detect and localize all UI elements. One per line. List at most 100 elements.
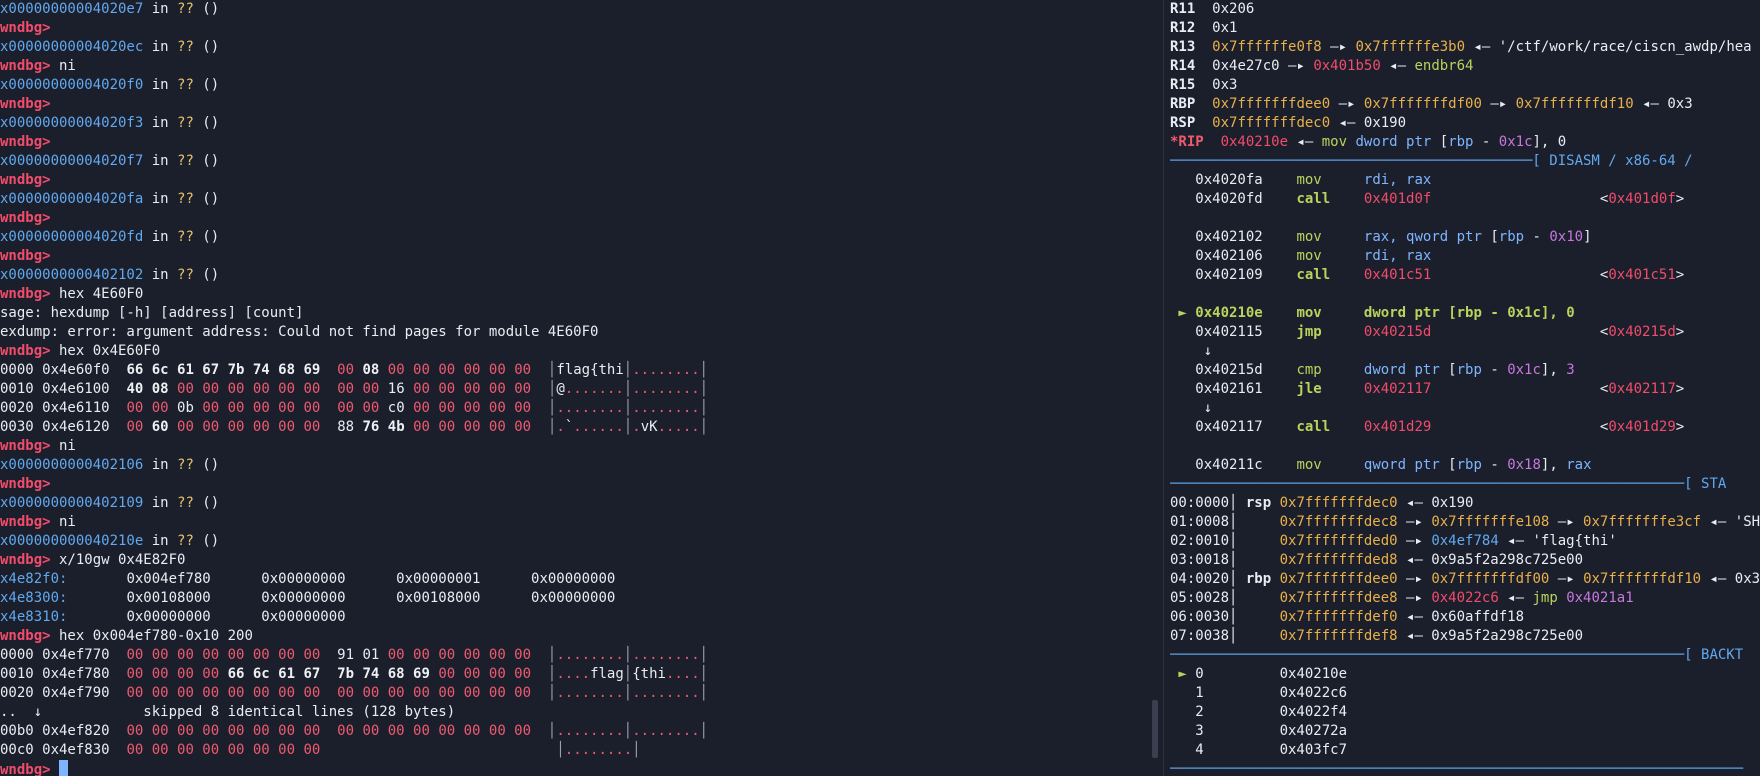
context-text: —▸	[1397, 571, 1432, 587]
context-line: 0x40211c mov qword ptr [rbp - 0x18], rax	[1170, 456, 1760, 475]
terminal-text: exdump: error: argument address: Could n…	[0, 324, 599, 340]
terminal-text: 0010 0x4e6100	[0, 381, 127, 397]
context-line: R13 0x7ffffffe0f8 —▸ 0x7ffffffe3b0 ◂— '/…	[1170, 38, 1760, 57]
terminal-text: x00000000004020e7	[0, 1, 144, 17]
terminal-text: wndbg>	[0, 172, 51, 188]
terminal-line: .. ↓ skipped 8 identical lines (128 byte…	[0, 703, 1162, 722]
terminal-text: in	[143, 39, 178, 55]
terminal-line: wndbg> hex 0x4E60F0	[0, 342, 1162, 361]
terminal-line: wndbg> ni	[0, 437, 1162, 456]
context-line: RBP 0x7fffffffdee0 —▸ 0x7fffffffdf00 —▸ …	[1170, 95, 1760, 114]
terminal-text: 60	[151, 419, 169, 435]
context-text: 0x401b50	[1313, 58, 1381, 74]
context-text: -	[1473, 134, 1499, 150]
context-text: 0x10	[1549, 229, 1584, 245]
terminal-text: ()	[193, 1, 220, 17]
context-line: 0x402117 call 0x401d29 <0x401d29>	[1170, 418, 1760, 437]
context-text: ◂— 0x3	[1701, 571, 1760, 587]
context-text: 0x401d0f	[1363, 191, 1432, 207]
terminal-text: 91 01	[320, 647, 388, 663]
terminal-line: wndbg>	[0, 133, 1162, 152]
terminal-text: ??	[177, 115, 194, 131]
context-text: ────────────────────────────────────────…	[1170, 153, 1702, 169]
context-text	[1204, 134, 1221, 150]
terminal-text: │	[623, 685, 633, 701]
terminal-text: │	[699, 419, 709, 435]
terminal-text: in	[143, 495, 178, 511]
context-text: 0x1c	[1507, 362, 1541, 378]
context-line: 0x402109 call 0x401c51 <0x401c51>	[1170, 266, 1760, 285]
context-text: 0x401c51	[1608, 267, 1676, 283]
context-text: —▸	[1481, 96, 1516, 112]
terminal-line: wndbg> ni	[0, 57, 1162, 76]
terminal-text: 00 00	[126, 400, 169, 416]
context-text: —▸	[1549, 514, 1584, 530]
text-cursor[interactable]	[59, 760, 69, 776]
debugger-command-pane[interactable]: x00000000004020e7 in ?? () wndbg> x0000000…	[0, 0, 1162, 776]
context-text: <	[1431, 267, 1609, 283]
terminal-line: wndbg>	[0, 19, 1162, 38]
context-text: ────────────────────────────────────────…	[1170, 647, 1744, 663]
context-line: 07:0038│ 0x7fffffffdef8 ◂— 0x9a5f2a298c7…	[1170, 627, 1760, 646]
terminal-line: x4e8300: 0x00108000 0x00000000 0x0010800…	[0, 589, 1162, 608]
context-line: 00:0000│ rsp 0x7fffffffdec0 ◂— 0x190	[1170, 494, 1760, 513]
terminal-line: x4e8310: 0x00000000 0x00000000	[0, 608, 1162, 627]
terminal-line: 00c0 0x4ef830 00 00 00 00 00 00 00 00 │.…	[0, 741, 1162, 760]
context-text: ◂—	[1380, 58, 1415, 74]
terminal-text: ??	[177, 457, 194, 473]
terminal-text: ??	[177, 229, 194, 245]
terminal-text: sage: hexdump [-h] [address] [count]	[0, 305, 304, 321]
context-text	[1330, 419, 1364, 435]
terminal-text: x0000000000402109	[0, 495, 144, 511]
terminal-text: ........	[632, 647, 700, 663]
terminal-text: 66 6c 61 67 7b 74 68 69	[126, 362, 321, 378]
context-line: 3 0x40272a	[1170, 722, 1760, 741]
terminal-text: in	[143, 229, 178, 245]
context-text: 01:0008│	[1170, 514, 1280, 530]
context-text: R11	[1170, 1, 1196, 17]
context-text: 0x7fffffffded8	[1279, 552, 1398, 568]
context-text: 0x402117	[1363, 381, 1432, 397]
terminal-text: 00 00 00 00	[438, 666, 532, 682]
context-text: 0x402115	[1170, 324, 1297, 340]
context-text: rbp	[1448, 134, 1474, 150]
context-text: 04:0020│	[1170, 571, 1246, 587]
context-text: 05:0028│	[1170, 590, 1280, 606]
context-line: ────────────────────────────────────────…	[1170, 475, 1760, 494]
terminal-text: vK	[640, 419, 658, 435]
context-text	[1322, 324, 1364, 340]
terminal-line: wndbg>	[0, 247, 1162, 266]
terminal-text: wndbg>	[0, 58, 51, 74]
context-text: call	[1296, 191, 1331, 207]
terminal-line: x00000000004020fa in ?? ()	[0, 190, 1162, 209]
context-text: 0x402117	[1608, 381, 1676, 397]
terminal-text: ()	[193, 39, 220, 55]
terminal-text: ??	[177, 533, 194, 549]
terminal-text: 0030 0x4e6120	[0, 419, 127, 435]
terminal-text: 00 00 00 00 00 00 00 00	[337, 723, 532, 739]
terminal-text: 00 00 00 00 00 00 00 00	[126, 685, 321, 701]
context-text: 0x40210e	[1195, 305, 1263, 321]
context-text	[1322, 457, 1364, 473]
context-text	[1330, 267, 1364, 283]
scrollbar[interactable]	[1152, 700, 1158, 758]
terminal-text: ....	[665, 666, 700, 682]
context-line: 04:0020│ rbp 0x7fffffffdee0 —▸ 0x7ffffff…	[1170, 570, 1760, 589]
context-text: cmp	[1296, 362, 1322, 378]
terminal-text: │	[699, 362, 709, 378]
context-line: 4 0x403fc7	[1170, 741, 1760, 760]
context-text: [	[1431, 134, 1449, 150]
context-text: 0x7fffffffdf00	[1431, 571, 1550, 587]
context-line	[1170, 209, 1760, 228]
terminal-text: │	[699, 685, 709, 701]
terminal-text: ........	[632, 685, 700, 701]
context-text: mov	[1296, 229, 1322, 245]
context-text: 0x1c	[1498, 134, 1533, 150]
context-line: 0x402115 jmp 0x40215d <0x40215d>	[1170, 323, 1760, 342]
terminal-text: 00 00 00 00	[126, 666, 220, 682]
pane-divider[interactable]	[1163, 0, 1164, 776]
